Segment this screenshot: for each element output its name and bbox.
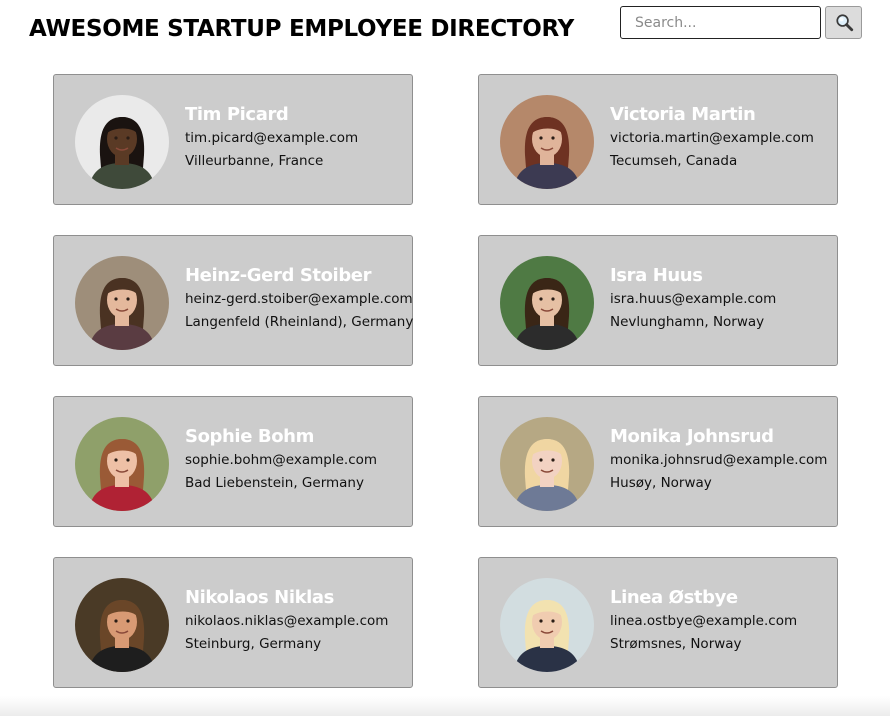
employee-location: Strømsnes, Norway	[610, 636, 742, 652]
card-info-container: Victoria Martin victoria.martin@example.…	[610, 103, 835, 173]
employee-email: victoria.martin@example.com	[610, 130, 814, 146]
portrait-image	[500, 578, 594, 672]
card-info-container: Linea Østbye linea.ostbye@example.com St…	[610, 586, 835, 656]
avatar	[500, 256, 594, 350]
employee-email: monika.johnsrud@example.com	[610, 452, 828, 468]
portrait-image	[500, 417, 594, 511]
employee-location: Husøy, Norway	[610, 475, 712, 491]
employee-name: Heinz-Gerd Stoiber	[185, 265, 372, 286]
card-info-container: Sophie Bohm sophie.bohm@example.com Bad …	[185, 425, 410, 495]
avatar	[500, 95, 594, 189]
employee-email: tim.picard@example.com	[185, 130, 359, 146]
employee-location: Steinburg, Germany	[185, 636, 322, 652]
portrait-image	[75, 417, 169, 511]
employee-location: Villeurbanne, France	[185, 153, 324, 169]
avatar	[75, 578, 169, 672]
card-info-container: Monika Johnsrud monika.johnsrud@example.…	[610, 425, 835, 495]
employee-email: heinz-gerd.stoiber@example.com	[185, 291, 413, 307]
employee-card[interactable]: Victoria Martin victoria.martin@example.…	[478, 74, 838, 205]
employee-card[interactable]: Sophie Bohm sophie.bohm@example.com Bad …	[53, 396, 413, 527]
employee-card[interactable]: Tim Picard tim.picard@example.com Villeu…	[53, 74, 413, 205]
employee-email: linea.ostbye@example.com	[610, 613, 798, 629]
employee-name: Isra Huus	[610, 265, 703, 286]
employee-location: Bad Liebenstein, Germany	[185, 475, 364, 491]
card-info-container: Isra Huus isra.huus@example.com Nevlungh…	[610, 264, 835, 334]
card-info-container: Tim Picard tim.picard@example.com Villeu…	[185, 103, 410, 173]
portrait-image	[500, 256, 594, 350]
employee-name: Tim Picard	[185, 104, 289, 125]
portrait-image	[500, 95, 594, 189]
avatar	[75, 95, 169, 189]
employee-card[interactable]: Monika Johnsrud monika.johnsrud@example.…	[478, 396, 838, 527]
employee-card[interactable]: Linea Østbye linea.ostbye@example.com St…	[478, 557, 838, 688]
card-info-container: Nikolaos Niklas nikolaos.niklas@example.…	[185, 586, 410, 656]
card-info-container: Heinz-Gerd Stoiber heinz-gerd.stoiber@ex…	[185, 264, 414, 334]
employee-card[interactable]: Isra Huus isra.huus@example.com Nevlungh…	[478, 235, 838, 366]
employee-name: Monika Johnsrud	[610, 426, 774, 447]
employee-name: Nikolaos Niklas	[185, 587, 334, 608]
employee-email: sophie.bohm@example.com	[185, 452, 378, 468]
avatar	[500, 417, 594, 511]
portrait-image	[75, 578, 169, 672]
avatar	[75, 417, 169, 511]
employee-location: Tecumseh, Canada	[610, 153, 738, 169]
portrait-image	[75, 95, 169, 189]
employee-location: Nevlunghamn, Norway	[610, 314, 765, 330]
employee-name: Victoria Martin	[610, 104, 756, 125]
employee-card[interactable]: Nikolaos Niklas nikolaos.niklas@example.…	[53, 557, 413, 688]
employee-name: Linea Østbye	[610, 587, 738, 608]
employee-name: Sophie Bohm	[185, 426, 314, 447]
employee-location: Langenfeld (Rheinland), Germany	[185, 314, 414, 330]
portrait-image	[75, 256, 169, 350]
employee-email: isra.huus@example.com	[610, 291, 777, 307]
page-bottom-edge	[0, 696, 890, 716]
employee-email: nikolaos.niklas@example.com	[185, 613, 389, 629]
avatar	[500, 578, 594, 672]
employee-gallery: Tim Picard tim.picard@example.com Villeu…	[0, 0, 890, 716]
avatar	[75, 256, 169, 350]
employee-card[interactable]: Heinz-Gerd Stoiber heinz-gerd.stoiber@ex…	[53, 235, 413, 366]
